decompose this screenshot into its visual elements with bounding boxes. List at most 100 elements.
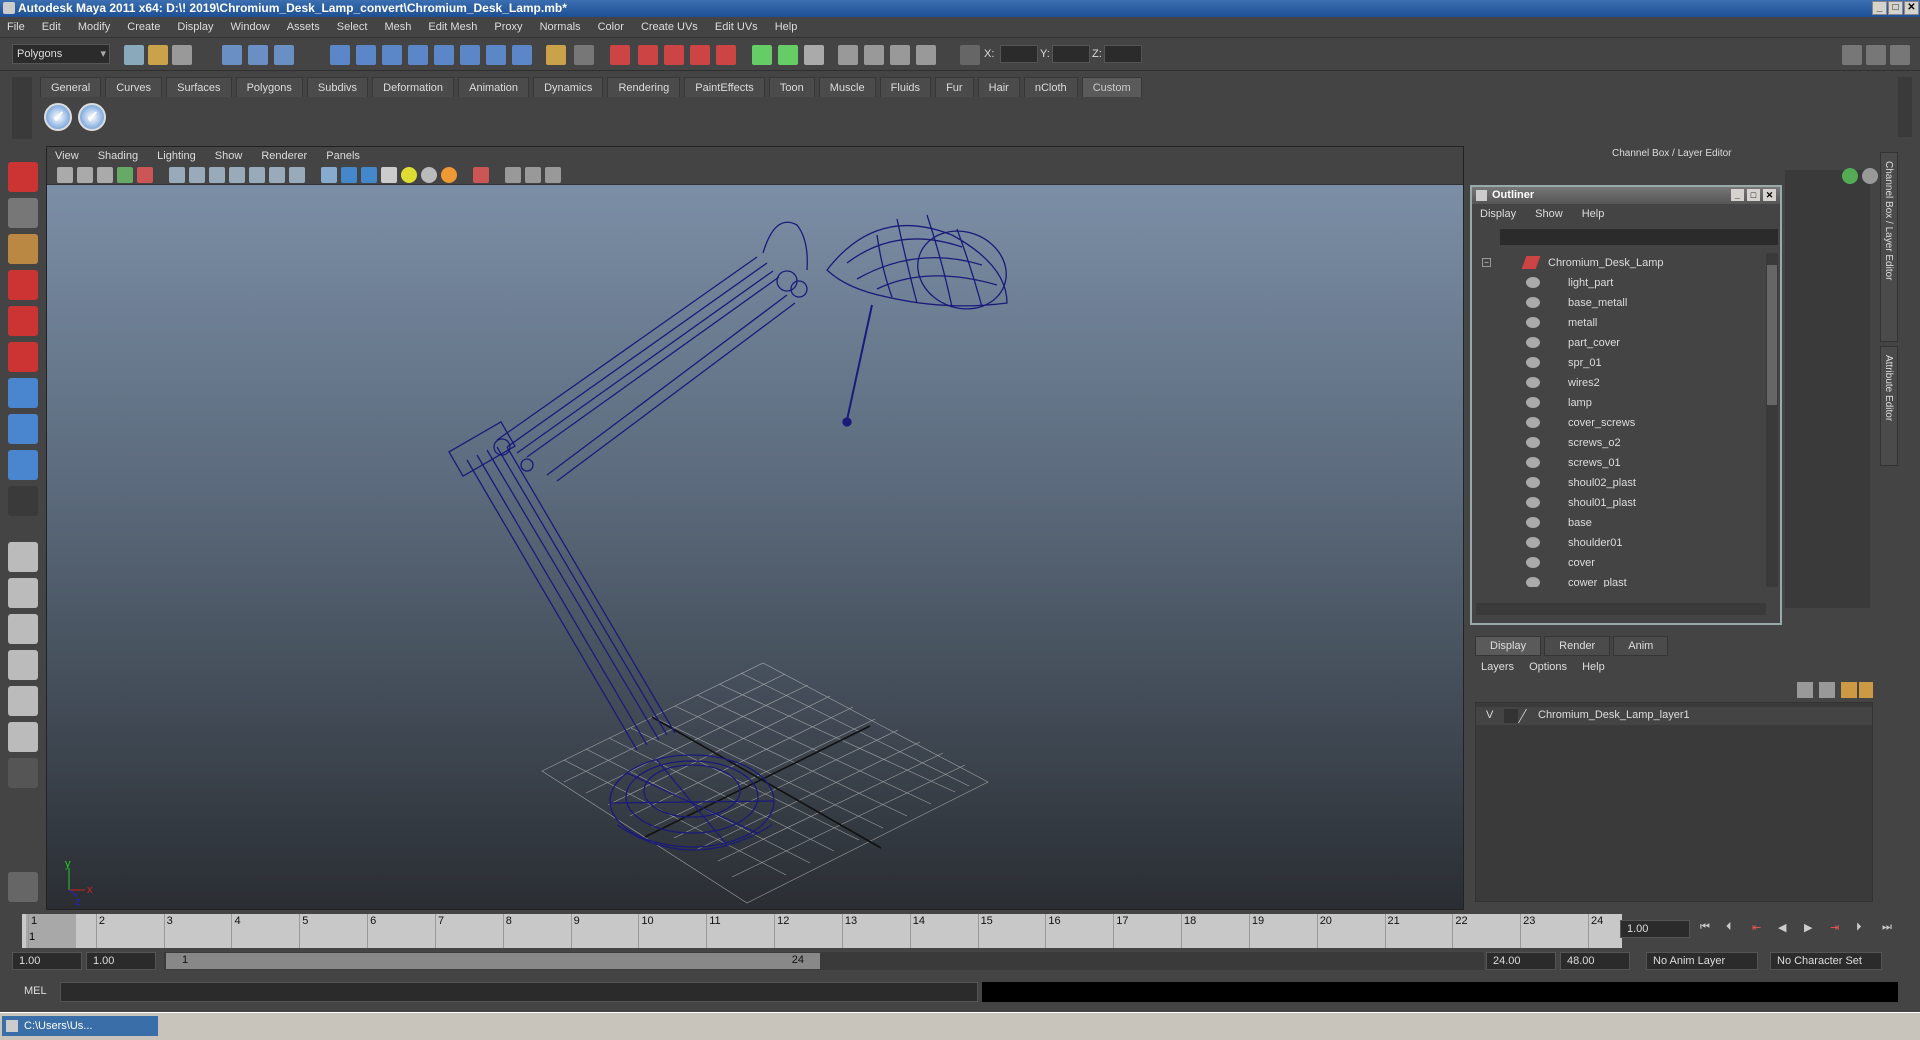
outliner-menu-help[interactable]: Help xyxy=(1574,204,1613,224)
gate-mask-icon[interactable] xyxy=(229,167,245,183)
playback-start-field[interactable]: 1.00 xyxy=(86,952,156,970)
show-attribute-editor-icon[interactable] xyxy=(1842,45,1862,65)
minimize-button[interactable]: _ xyxy=(1872,1,1887,15)
hypershade-layout-icon[interactable] xyxy=(8,686,38,716)
shelf-tab-custom[interactable]: Custom xyxy=(1081,77,1142,97)
universal-manipulator-icon[interactable] xyxy=(8,378,38,408)
menu-edit-uvs[interactable]: Edit UVs xyxy=(708,17,765,38)
menu-color[interactable]: Color xyxy=(591,17,631,38)
shadows-icon[interactable] xyxy=(421,167,437,183)
step-forward-frame-icon[interactable]: ⏵ xyxy=(1856,921,1862,934)
outliner-item[interactable]: base xyxy=(1476,513,1766,533)
checkmark-shelf-icon-2[interactable]: ✓ xyxy=(78,103,106,131)
outliner-item[interactable]: shoul01_plast xyxy=(1476,493,1766,513)
shelf-tab-dynamics[interactable]: Dynamics xyxy=(533,77,604,97)
channel-box-area[interactable] xyxy=(1785,170,1870,608)
move-tool-icon[interactable] xyxy=(8,270,38,300)
show-tool-settings-icon[interactable] xyxy=(1866,45,1886,65)
xray-joints-icon[interactable] xyxy=(545,167,561,183)
outliner-maximize-button[interactable]: □ xyxy=(1747,189,1760,201)
smooth-shade-icon[interactable] xyxy=(341,167,357,183)
perspective-viewport[interactable]: View Shading Lighting Show Renderer Pane… xyxy=(46,146,1464,910)
outliner-filter-field[interactable] xyxy=(1500,229,1778,245)
two-d-pan-zoom-icon[interactable] xyxy=(137,167,153,183)
outliner-title-bar[interactable]: Outliner _ □ ✕ xyxy=(1472,187,1780,204)
mode-selector[interactable]: Polygons ▾ xyxy=(12,44,110,64)
shelf-tab-rendering[interactable]: Rendering xyxy=(607,77,681,97)
play-backwards-icon[interactable]: ◀ xyxy=(1778,921,1786,934)
viewport-menu-view[interactable]: View xyxy=(47,147,87,165)
soft-modification-icon[interactable] xyxy=(8,414,38,444)
outliner-item[interactable]: part_cover xyxy=(1476,333,1766,353)
shelf-tab-painteffects[interactable]: PaintEffects xyxy=(684,77,765,97)
outliner-item[interactable]: spr_01 xyxy=(1476,353,1766,373)
menu-window[interactable]: Window xyxy=(224,17,277,38)
open-scene-icon[interactable] xyxy=(148,45,168,65)
anim-layer-selector[interactable]: No Anim Layer xyxy=(1646,952,1758,970)
outliner-item[interactable]: metall xyxy=(1476,313,1766,333)
step-back-frame-icon[interactable]: ⏴ xyxy=(1726,921,1732,934)
select-object-icon[interactable] xyxy=(248,45,268,65)
panel-layout-icon[interactable] xyxy=(838,45,858,65)
isolate-select-icon[interactable] xyxy=(473,167,489,183)
outliner-close-button[interactable]: ✕ xyxy=(1763,189,1776,201)
outliner-minimize-button[interactable]: _ xyxy=(1731,189,1744,201)
layer-tab-render[interactable]: Render xyxy=(1544,636,1611,656)
outliner-item[interactable]: cover xyxy=(1476,553,1766,573)
menu-edit[interactable]: Edit xyxy=(35,17,68,38)
shelf-tab-curves[interactable]: Curves xyxy=(105,77,163,97)
outliner-item[interactable]: base_metall xyxy=(1476,293,1766,313)
hypershade-icon[interactable] xyxy=(690,45,710,65)
move-layer-down-icon[interactable] xyxy=(1819,682,1835,698)
show-uv-editor-icon[interactable] xyxy=(804,45,824,65)
wireframe-icon[interactable] xyxy=(321,167,337,183)
move-layer-up-icon[interactable] xyxy=(1797,682,1813,698)
menu-select[interactable]: Select xyxy=(330,17,375,38)
outliner-item[interactable]: shoulder01 xyxy=(1476,533,1766,553)
render-frame-icon[interactable] xyxy=(610,45,630,65)
lamp-lower-arm[interactable] xyxy=(466,446,676,751)
layer-editor-icon[interactable] xyxy=(1862,168,1878,184)
menu-display[interactable]: Display xyxy=(170,17,220,38)
z-field[interactable] xyxy=(1104,45,1142,63)
last-tool-icon[interactable] xyxy=(8,486,38,516)
menu-create[interactable]: Create xyxy=(120,17,167,38)
snap-view-icon[interactable] xyxy=(460,45,480,65)
layer-menu-help[interactable]: Help xyxy=(1576,658,1611,676)
step-forward-key-icon[interactable]: ⇥ xyxy=(1830,921,1839,934)
snap-live-icon[interactable] xyxy=(486,45,506,65)
layer-tab-display[interactable]: Display xyxy=(1475,636,1542,656)
maximize-button[interactable]: □ xyxy=(1888,1,1903,15)
outliner-menu-display[interactable]: Display xyxy=(1472,204,1524,224)
wireframe-on-shaded-icon[interactable] xyxy=(361,167,377,183)
taskbar-item[interactable]: C:\Users\Us... xyxy=(2,1016,158,1036)
menu-create-uvs[interactable]: Create UVs xyxy=(634,17,705,38)
snap-grid-icon[interactable] xyxy=(330,45,350,65)
history-icon[interactable] xyxy=(574,45,594,65)
shelf-tab-fur[interactable]: Fur xyxy=(935,77,974,97)
image-plane-icon[interactable] xyxy=(916,45,936,65)
select-component-icon[interactable] xyxy=(274,45,294,65)
viewport-menu-renderer[interactable]: Renderer xyxy=(253,147,315,165)
script-editor-icon[interactable] xyxy=(8,872,38,902)
outliner-item[interactable]: cower_plast xyxy=(1476,573,1766,587)
lamp-shade[interactable] xyxy=(826,214,1017,321)
close-button[interactable]: ✕ xyxy=(1904,1,1919,15)
camera-bookmark-icon[interactable] xyxy=(890,45,910,65)
input-line-icon[interactable] xyxy=(752,45,772,65)
outliner-vertical-scrollbar[interactable] xyxy=(1766,253,1778,587)
outliner-item[interactable]: cover_screws xyxy=(1476,413,1766,433)
shelf-scrollbar[interactable] xyxy=(1898,77,1912,137)
safe-title-icon[interactable] xyxy=(289,167,305,183)
layout-menu-icon[interactable] xyxy=(8,758,38,788)
shelf-tab-hair[interactable]: Hair xyxy=(977,77,1020,97)
camera-attributes-icon[interactable] xyxy=(77,167,93,183)
resolution-gate-icon[interactable] xyxy=(209,167,225,183)
scale-tool-icon[interactable] xyxy=(8,342,38,372)
go-to-end-icon[interactable]: ⏭ xyxy=(1882,921,1892,934)
shelf-tab-ncloth[interactable]: nCloth xyxy=(1023,77,1078,97)
timeline-ruler[interactable]: 1 1 2 3 4 5 6 7 8 9 10 11 12 13 14 15 16 17 18 19 20 21 22 23 2… xyxy=(22,914,1622,948)
checkmark-shelf-icon-1[interactable]: ✓ xyxy=(44,103,72,131)
relative-transform-icon[interactable] xyxy=(778,45,798,65)
play-forwards-icon[interactable]: ▶ xyxy=(1804,921,1812,934)
